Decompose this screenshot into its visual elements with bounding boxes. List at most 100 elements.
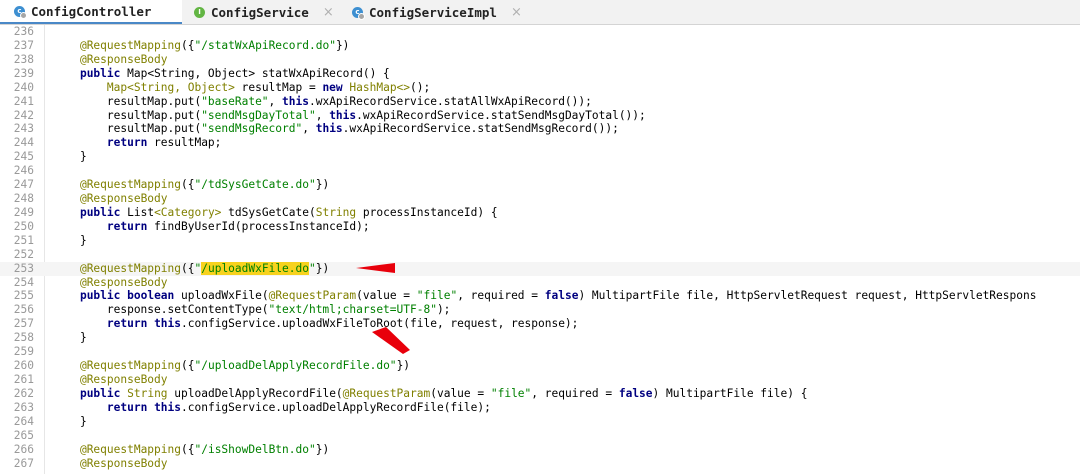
code-line[interactable]: 255 public boolean uploadWxFile(@Request… (0, 289, 1080, 303)
line-number: 252 (13, 247, 34, 261)
close-icon[interactable]: × (323, 5, 334, 20)
code-line[interactable]: 257 return this.configService.uploadWxFi… (0, 317, 1080, 331)
code-line[interactable]: 252 (0, 248, 1080, 262)
code-line[interactable]: 236 (0, 25, 1080, 39)
code-line[interactable]: 254 @ResponseBody (0, 276, 1080, 290)
code-line[interactable]: 256 response.setContentType("text/html;c… (0, 303, 1080, 317)
code-token: resultMap.put( (53, 94, 202, 108)
code-text: public List<Category> tdSysGetCate(Strin… (53, 206, 498, 220)
code-token: "/isShowDelBtn.do" (194, 442, 316, 456)
line-number: 267 (13, 456, 34, 470)
line-number: 244 (13, 136, 34, 150)
code-token: @ResponseBody (79, 373, 168, 386)
code-token: resultMap.put( (53, 108, 202, 122)
code-token: uploadWxFile( (174, 289, 269, 303)
code-text: public Map<String, Object> statWxApiReco… (53, 67, 390, 81)
code-line[interactable]: 237 @RequestMapping({"/statWxApiRecord.d… (0, 39, 1080, 53)
line-number: 241 (13, 94, 34, 108)
code-line[interactable]: 242 resultMap.put("sendMsgDayTotal", thi… (0, 109, 1080, 123)
code-text: public boolean uploadWxFile(@RequestPara… (53, 289, 1037, 303)
code-line[interactable]: 264 } (0, 415, 1080, 429)
code-text: @ResponseBody (53, 276, 168, 290)
code-token: uploadDelApplyRecordFile( (167, 386, 343, 400)
line-number: 246 (13, 164, 34, 178)
line-number: 257 (13, 317, 34, 331)
code-line[interactable]: 267 @ResponseBody (0, 457, 1080, 471)
class-icon: c (14, 5, 27, 19)
code-token: " (309, 261, 316, 275)
code-line[interactable]: 246 (0, 164, 1080, 178)
code-token: ({ (181, 442, 195, 456)
code-line[interactable]: 260 @RequestMapping({"/uploadDelApplyRec… (0, 359, 1080, 373)
line-number: 263 (13, 400, 34, 414)
code-token: response.setContentType( (53, 303, 269, 317)
code-line[interactable]: 243 resultMap.put("sendMsgRecord", this.… (0, 122, 1080, 136)
code-text: public String uploadDelApplyRecordFile(@… (53, 386, 808, 401)
code-line[interactable]: 249 public List<Category> tdSysGetCate(S… (0, 206, 1080, 220)
code-line[interactable]: 239 public Map<String, Object> statWxApi… (0, 67, 1080, 81)
code-editor[interactable]: 236 237 @RequestMapping({"/statWxApiRecor… (0, 25, 1080, 474)
code-token: return (106, 136, 148, 150)
code-token: "file" (490, 386, 532, 400)
line-number: 248 (13, 192, 34, 206)
code-text: @RequestMapping({"/uploadDelApplyRecordF… (53, 359, 410, 373)
line-number: 239 (13, 66, 34, 80)
code-token: , required = (531, 386, 619, 400)
code-line[interactable]: 259 (0, 345, 1080, 359)
code-text: return resultMap; (53, 136, 222, 150)
tab-configserviceimpl[interactable]: c ConfigServiceImpl × (340, 0, 530, 24)
code-token: @RequestMapping (79, 359, 181, 373)
code-text: @RequestMapping({"/statWxApiRecord.do"}) (53, 39, 349, 53)
code-token: , (302, 122, 316, 136)
tab-label: ConfigService (211, 4, 309, 20)
code-line[interactable]: 265 (0, 429, 1080, 443)
code-token: @RequestMapping (79, 261, 181, 275)
code-text: response.setContentType("text/html;chars… (53, 303, 451, 317)
tab-configservice[interactable]: I ConfigService × (182, 0, 340, 24)
code-line[interactable]: 263 return this.configService.uploadDelA… (0, 401, 1080, 415)
line-number: 243 (13, 122, 34, 136)
code-token: "sendMsgRecord" (201, 122, 303, 136)
code-token: false (618, 386, 653, 400)
code-token: , (315, 108, 330, 122)
line-number: 264 (13, 414, 34, 428)
code-line[interactable]: 241 resultMap.put("baseRate", this.wxApi… (0, 95, 1080, 109)
code-token: .configService.uploadWxFileToRoot(file, … (181, 317, 579, 331)
code-line[interactable]: 248 @ResponseBody (0, 192, 1080, 206)
code-token: } (53, 150, 87, 164)
code-token: ({ (181, 359, 195, 373)
code-line[interactable]: 258 } (0, 331, 1080, 345)
line-number: 262 (13, 386, 34, 400)
code-token: Map<String, Object> (106, 80, 235, 94)
code-line[interactable]: 253 @RequestMapping({"/uploadWxFile.do"}… (0, 261, 1080, 276)
code-token: }) (315, 442, 330, 456)
code-token: } (53, 414, 87, 428)
code-line[interactable]: 251 } (0, 234, 1080, 248)
code-token: .wxApiRecordService.statSendMsgDayTotal(… (356, 108, 646, 122)
code-line[interactable]: 244 return resultMap; (0, 136, 1080, 150)
code-line[interactable]: 245 } (0, 150, 1080, 164)
code-line[interactable]: 262 public String uploadDelApplyRecordFi… (0, 387, 1080, 401)
code-token: resultMap = (234, 80, 323, 94)
code-token: /uploadWxFile.do (201, 261, 310, 275)
close-icon[interactable]: × (511, 5, 522, 20)
code-line[interactable]: 250 return findByUserId(processInstanceI… (0, 220, 1080, 234)
code-line[interactable]: 238 @ResponseBody (0, 53, 1080, 67)
code-token: }) (315, 178, 330, 192)
tab-configcontroller[interactable]: c ConfigController (0, 0, 182, 24)
code-line[interactable]: 240 Map<String, Object> resultMap = new … (0, 81, 1080, 95)
code-line[interactable]: 266 @RequestMapping({"/isShowDelBtn.do"}… (0, 443, 1080, 457)
code-token: }) (396, 359, 411, 373)
code-line[interactable]: 247 @RequestMapping({"/tdSysGetCate.do"}… (0, 178, 1080, 192)
code-line[interactable]: 261 @ResponseBody (0, 373, 1080, 387)
line-number: 237 (13, 38, 34, 52)
